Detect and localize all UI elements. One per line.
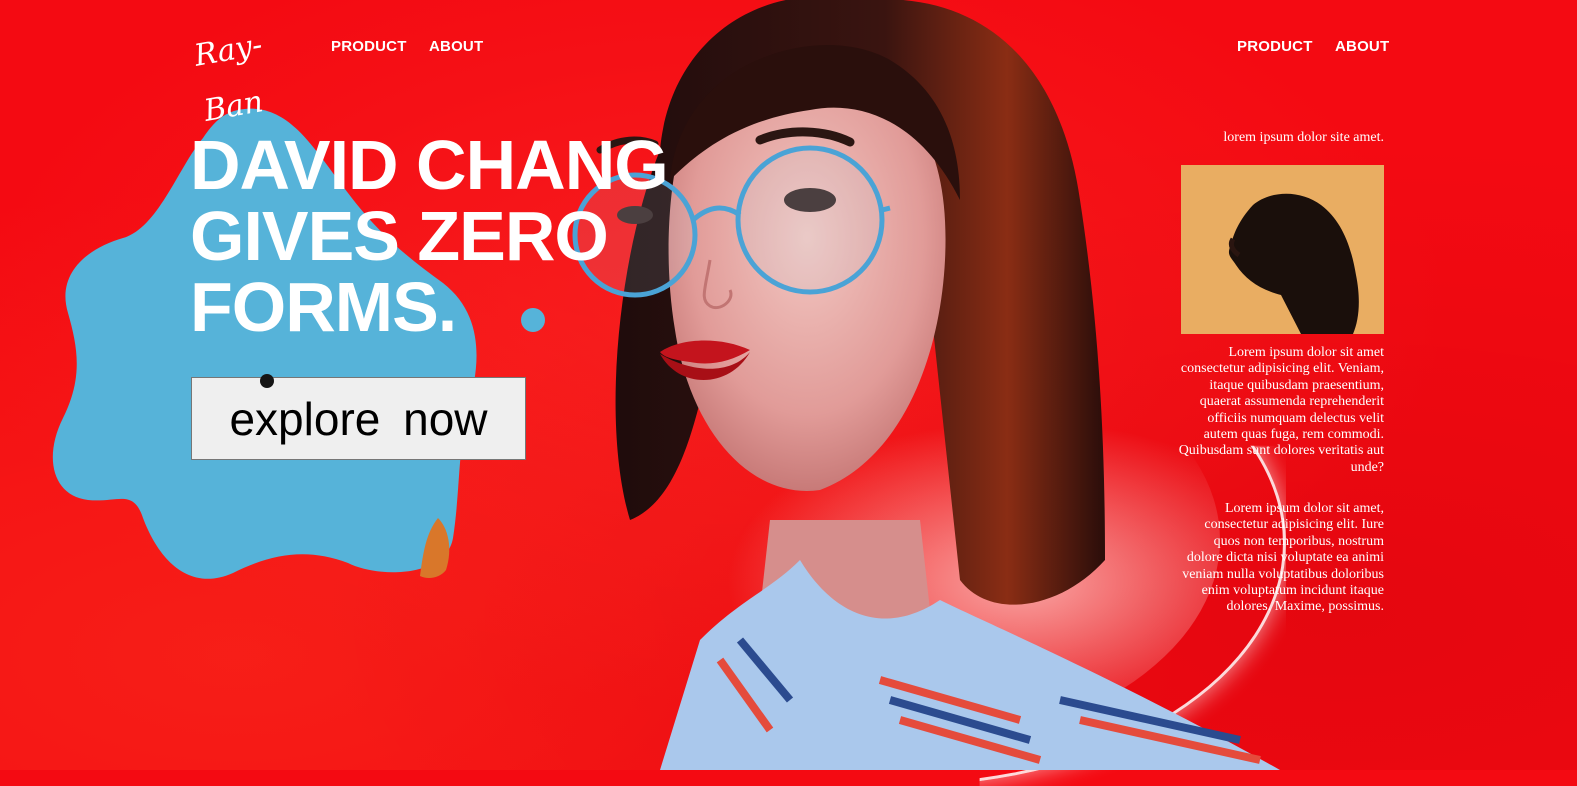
nav-product-right[interactable]: PRODUCT	[1237, 38, 1313, 55]
headline-line-1: DAVID CHANG	[190, 126, 669, 204]
sidebar-paragraph-2: Lorem ipsum dolor sit amet, consectetur …	[1182, 501, 1384, 615]
explore-now-button[interactable]: explore now	[191, 377, 526, 460]
sidebar-paragraph-1: Lorem ipsum dolor sit amet consectetur a…	[1178, 345, 1384, 475]
headline-line-3: FORMS.	[190, 268, 457, 346]
nav-about-right[interactable]: ABOUT	[1335, 38, 1389, 55]
nav-about-left[interactable]: ABOUT	[429, 38, 483, 55]
hero-headline: DAVID CHANG GIVES ZERO FORMS.	[190, 130, 750, 343]
sidebar-tagline: lorem ipsum dolor site amet.	[1223, 130, 1384, 145]
cursor-dot	[260, 374, 274, 388]
nav-product-left[interactable]: PRODUCT	[331, 38, 407, 55]
hero-portrait-image	[572, 0, 1280, 770]
headline-line-2: GIVES ZERO	[190, 197, 609, 275]
profile-thumbnail-image	[1181, 165, 1384, 334]
